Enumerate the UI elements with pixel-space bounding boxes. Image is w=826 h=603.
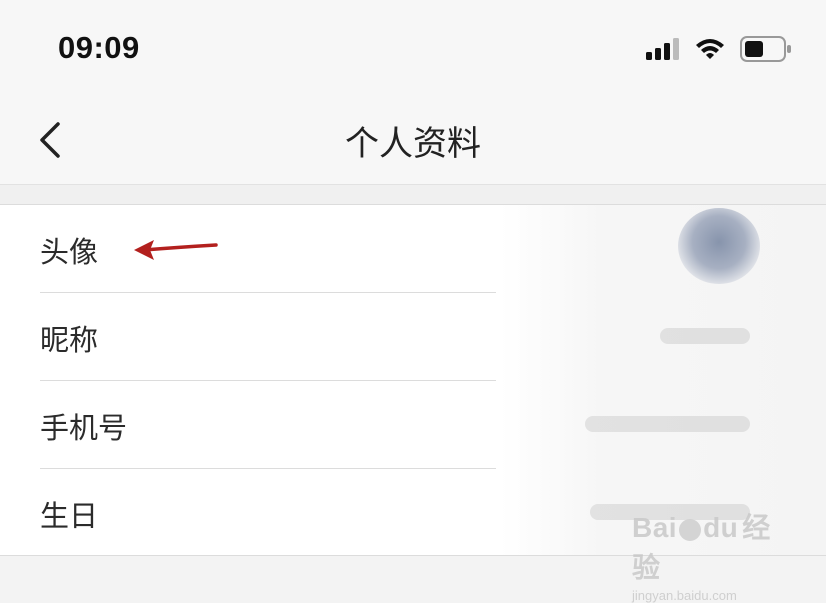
watermark-url: jingyan.baidu.com: [632, 588, 737, 603]
watermark-brand: Bai: [632, 512, 678, 543]
section-gap: [0, 185, 826, 205]
watermark-brand2: du: [703, 512, 739, 543]
row-label-avatar: 头像: [40, 235, 99, 269]
blurred-phone-value: [585, 416, 750, 432]
row-label-nickname: 昵称: [40, 323, 99, 357]
navigation-bar: 个人资料: [0, 98, 826, 185]
status-time: 09:09: [58, 30, 140, 65]
row-label-phone: 手机号: [40, 411, 128, 445]
paw-icon: [679, 518, 702, 541]
blurred-values-overlay: [500, 205, 826, 555]
annotation-arrow-icon: [134, 240, 218, 260]
page-title: 个人资料: [345, 124, 481, 164]
status-bar: 09:09: [0, 0, 826, 98]
blurred-nickname-value: [660, 328, 750, 344]
baidu-watermark: Bai du 经验 jingyan.baidu.com: [632, 506, 792, 603]
avatar[interactable]: [678, 208, 760, 284]
system-icons: [646, 36, 792, 62]
battery-icon: [740, 36, 791, 62]
wifi-icon: [696, 39, 724, 59]
row-label-birthday: 生日: [40, 499, 99, 533]
cellular-signal-icon: [646, 38, 679, 60]
